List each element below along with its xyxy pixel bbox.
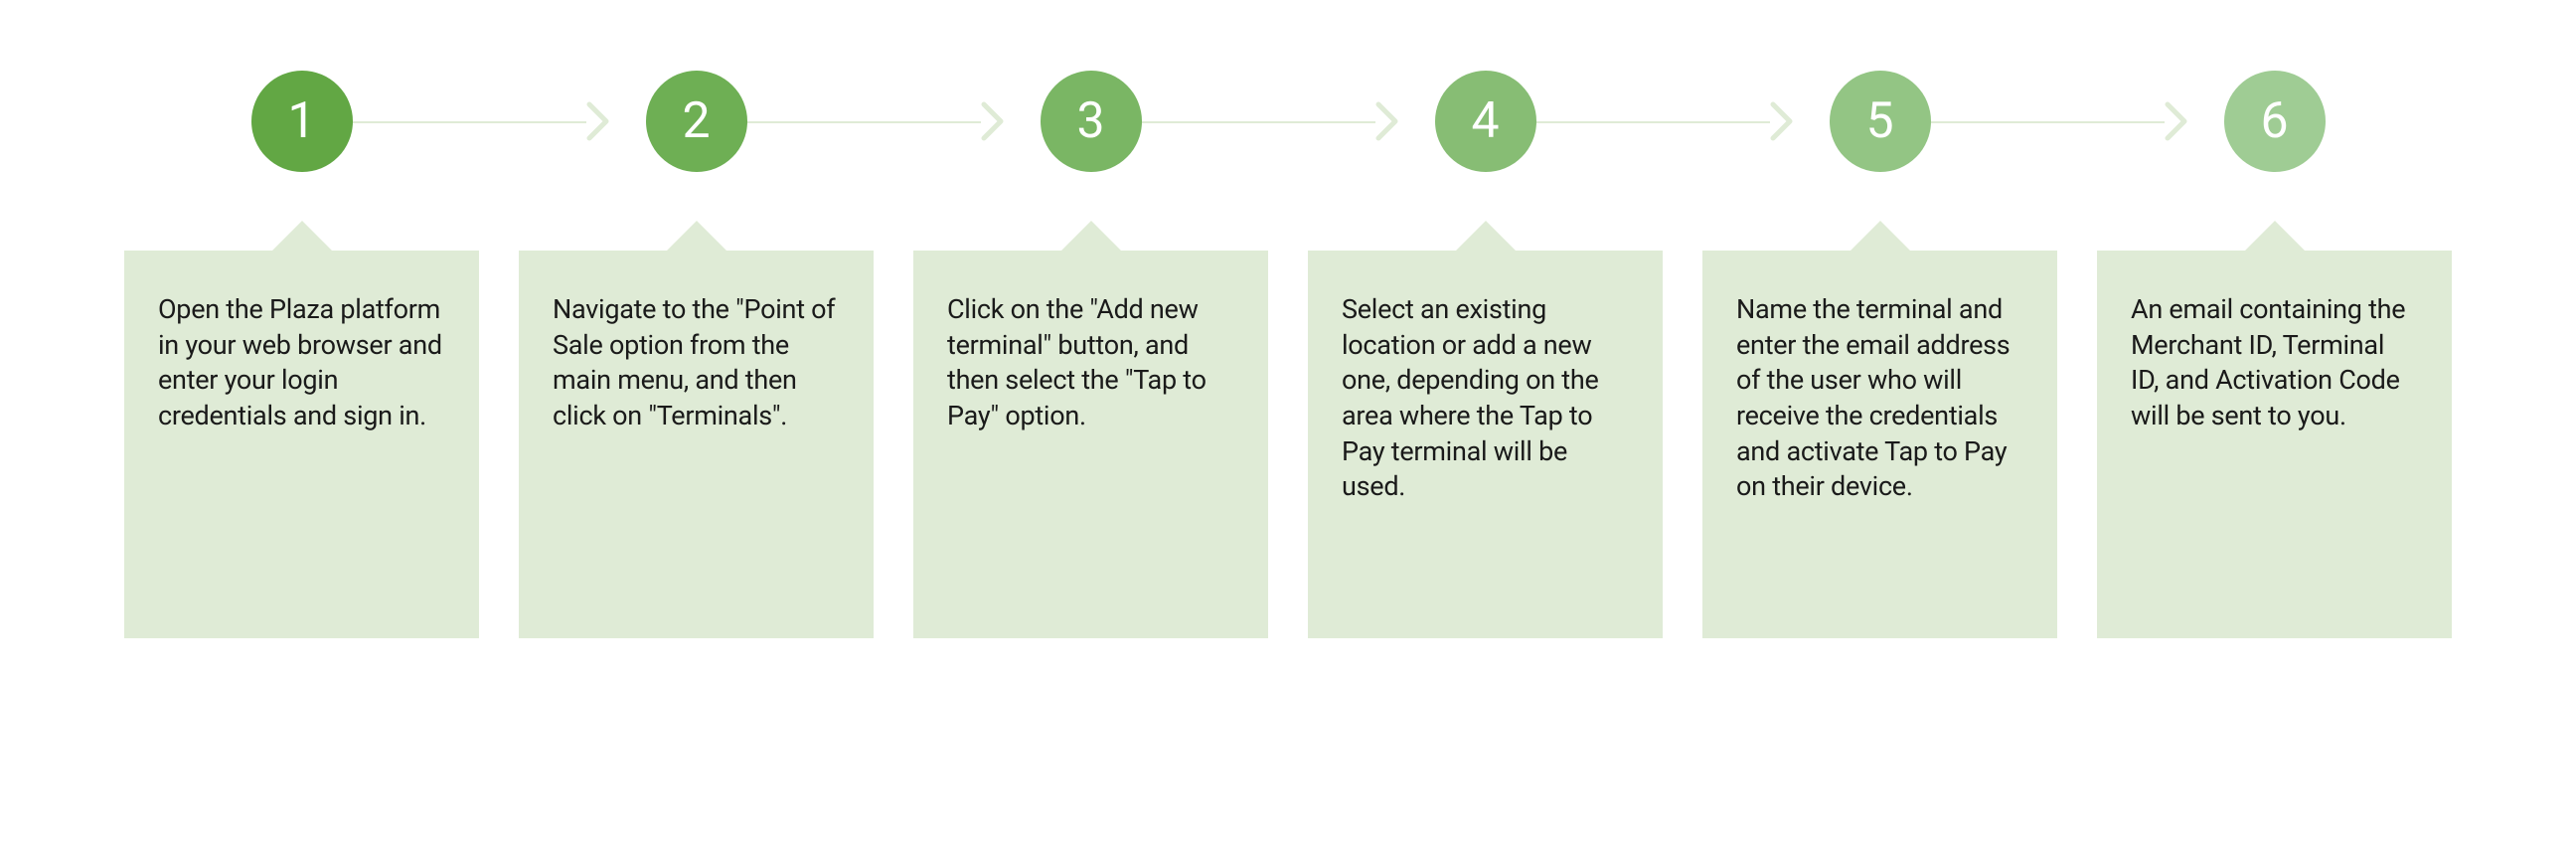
step-number: 4 bbox=[1471, 92, 1499, 150]
connector-line bbox=[1931, 121, 2165, 123]
step-number: 3 bbox=[1076, 92, 1104, 150]
step-number-badge: 4 bbox=[1435, 71, 1536, 172]
step-text: Select an existing location or add a new… bbox=[1342, 292, 1629, 505]
connector-line bbox=[747, 121, 981, 123]
chevron-right-icon bbox=[2165, 101, 2190, 141]
step-text: Click on the "Add new terminal" button, … bbox=[947, 292, 1234, 434]
step-number: 5 bbox=[1865, 92, 1893, 150]
step-text: Name the terminal and enter the email ad… bbox=[1736, 292, 2023, 505]
step-text: An email containing the Merchant ID, Ter… bbox=[2131, 292, 2418, 434]
step-card: Select an existing location or add a new… bbox=[1308, 251, 1663, 638]
steps-row: 1 Open the Plaza platform in your web br… bbox=[124, 70, 2452, 778]
process-diagram: 1 Open the Plaza platform in your web br… bbox=[0, 0, 2576, 853]
chevron-right-icon bbox=[1770, 101, 1796, 141]
chevron-right-icon bbox=[1375, 101, 1401, 141]
step-text: Navigate to the "Point of Sale option fr… bbox=[553, 292, 840, 434]
step-number-badge: 5 bbox=[1830, 71, 1931, 172]
connector-line bbox=[1536, 121, 1770, 123]
connector-line bbox=[353, 121, 586, 123]
chevron-right-icon bbox=[981, 101, 1007, 141]
step-1: 1 Open the Plaza platform in your web br… bbox=[124, 70, 479, 778]
step-4: 4 Select an existing location or add a n… bbox=[1308, 70, 1663, 778]
step-6: 6 An email containing the Merchant ID, T… bbox=[2097, 70, 2452, 778]
step-card: Name the terminal and enter the email ad… bbox=[1702, 251, 2057, 638]
step-number: 1 bbox=[287, 92, 315, 150]
step-number: 2 bbox=[682, 92, 710, 150]
connector-line bbox=[1142, 121, 1375, 123]
step-number-badge: 2 bbox=[646, 71, 747, 172]
step-number-badge: 6 bbox=[2224, 71, 2326, 172]
step-5: 5 Name the terminal and enter the email … bbox=[1702, 70, 2057, 778]
step-card: An email containing the Merchant ID, Ter… bbox=[2097, 251, 2452, 638]
step-number-badge: 3 bbox=[1041, 71, 1142, 172]
chevron-right-icon bbox=[586, 101, 612, 141]
step-card: Open the Plaza platform in your web brow… bbox=[124, 251, 479, 638]
step-number-badge: 1 bbox=[251, 71, 353, 172]
step-2: 2 Navigate to the "Point of Sale option … bbox=[519, 70, 874, 778]
step-card: Navigate to the "Point of Sale option fr… bbox=[519, 251, 874, 638]
step-number: 6 bbox=[2260, 92, 2288, 150]
step-text: Open the Plaza platform in your web brow… bbox=[158, 292, 445, 434]
badge-row: 1 bbox=[124, 70, 479, 173]
step-card: Click on the "Add new terminal" button, … bbox=[913, 251, 1268, 638]
step-3: 3 Click on the "Add new terminal" button… bbox=[913, 70, 1268, 778]
